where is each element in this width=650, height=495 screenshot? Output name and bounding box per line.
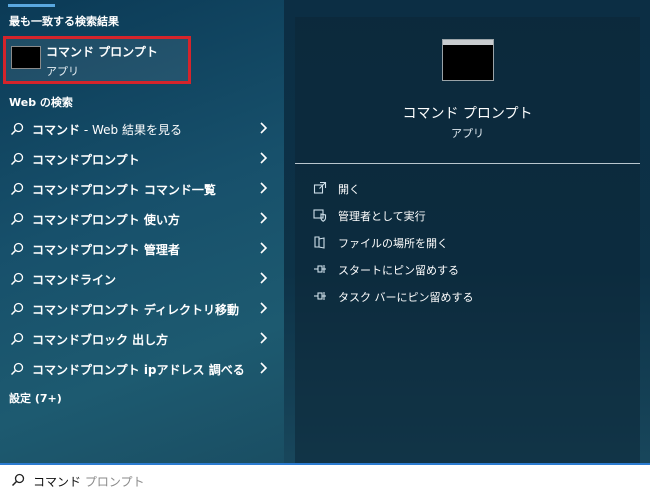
web-result-suffix: - Web 結果を見る — [80, 123, 182, 137]
web-search-heading: Web の検索 — [9, 96, 73, 109]
preview-action-label: スタートにピン留めする — [338, 264, 459, 277]
search-icon — [10, 362, 24, 376]
search-bar[interactable]: コマンド プロンプト — [0, 463, 650, 495]
preview-panel: コマンド プロンプト アプリ 開く管理者として実行ファイルの場所を開く スタートに… — [295, 17, 640, 463]
pin-icon — [314, 265, 326, 273]
folder-icon — [314, 236, 325, 249]
web-result-bold-text: コマンドプロンプト ipアドレス 調べる — [32, 363, 245, 377]
preview-action-label: 開く — [338, 183, 360, 196]
web-result-item[interactable]: コマンドプロンプト — [0, 144, 284, 174]
search-typed-text: コマンド — [33, 475, 82, 489]
web-result-label: コマンドプロンプト ipアドレス 調べる — [32, 361, 245, 378]
active-tab-indicator — [8, 4, 55, 7]
chevron-right-icon[interactable] — [258, 361, 268, 375]
chevron-right-icon[interactable] — [258, 301, 268, 315]
search-suggestion-text: プロンプト — [81, 475, 145, 489]
preview-action-item[interactable]: スタートにピン留めする — [313, 260, 613, 280]
preview-action-label: 管理者として実行 — [338, 210, 426, 223]
chevron-right-icon[interactable] — [258, 241, 268, 255]
web-result-label: コマンドプロンプト — [32, 151, 140, 168]
web-result-item[interactable]: コマンドプロンプト コマンド一覧 — [0, 174, 284, 204]
best-match-subtitle: アプリ — [46, 65, 79, 78]
search-icon — [10, 182, 24, 196]
web-result-label: コマンドプロンプト コマンド一覧 — [32, 181, 216, 198]
search-icon — [10, 122, 24, 136]
web-result-item[interactable]: コマンド - Web 結果を見る — [0, 114, 284, 144]
search-icon — [10, 212, 24, 226]
search-icon — [10, 272, 24, 286]
best-match-title: コマンド プロンプト — [46, 45, 158, 59]
preview-action-item[interactable]: 開く — [313, 179, 613, 199]
chevron-right-icon[interactable] — [258, 211, 268, 225]
settings-heading[interactable]: 設定 (7+) — [9, 390, 62, 406]
web-result-item[interactable]: コマンドライン — [0, 264, 284, 294]
web-result-bold-text: コマンドプロンプト ディレクトリ移動 — [32, 303, 239, 317]
command-prompt-icon — [11, 46, 41, 69]
web-result-bold-text: コマンド — [32, 123, 81, 137]
web-result-bold-text: コマンドプロンプト 管理者 — [32, 243, 180, 257]
preview-title: コマンド プロンプト — [402, 106, 533, 122]
web-result-label: コマンドプロンプト ディレクトリ移動 — [32, 301, 239, 318]
chevron-right-icon[interactable] — [258, 181, 268, 195]
chevron-right-icon[interactable] — [258, 271, 268, 285]
preview-action-item[interactable]: タスク バーにピン留めする — [313, 287, 613, 307]
search-icon — [11, 473, 25, 487]
web-result-label: コマンドライン — [32, 271, 116, 288]
web-result-item[interactable]: コマンドブロック 出し方 — [0, 324, 284, 354]
search-icon — [10, 332, 24, 346]
results-panel: 最も一致する検索結果 コマンド プロンプト アプリ Web の検索 コマンド -… — [0, 0, 284, 463]
open-icon — [313, 181, 327, 194]
web-result-item[interactable]: コマンドプロンプト ディレクトリ移動 — [0, 294, 284, 324]
chevron-right-icon[interactable] — [258, 331, 268, 345]
shield-icon — [313, 209, 327, 222]
best-match-heading: 最も一致する検索結果 — [9, 15, 119, 28]
search-input[interactable]: コマンド プロンプト — [33, 473, 144, 490]
search-icon — [10, 302, 24, 316]
best-match-result[interactable]: コマンド プロンプト アプリ — [3, 36, 191, 84]
search-icon — [10, 152, 24, 166]
web-result-label: コマンドプロンプト 使い方 — [32, 211, 180, 228]
web-result-item[interactable]: コマンドプロンプト 管理者 — [0, 234, 284, 264]
search-icon — [10, 242, 24, 256]
preview-action-item[interactable]: ファイルの場所を開く — [313, 233, 613, 253]
web-result-bold-text: コマンドプロンプト 使い方 — [32, 213, 180, 227]
preview-action-label: タスク バーにピン留めする — [338, 291, 474, 304]
web-result-bold-text: コマンドプロンプト コマンド一覧 — [32, 183, 216, 197]
web-result-label: コマンドプロンプト 管理者 — [32, 241, 180, 258]
web-result-bold-text: コマンドブロック 出し方 — [32, 333, 169, 347]
pin-icon — [314, 292, 326, 300]
web-result-item[interactable]: コマンドプロンプト ipアドレス 調べる — [0, 354, 284, 384]
preview-divider — [295, 163, 640, 164]
chevron-right-icon[interactable] — [258, 121, 268, 135]
web-result-label: コマンドブロック 出し方 — [32, 331, 168, 348]
preview-action-label: ファイルの場所を開く — [338, 237, 448, 250]
chevron-right-icon[interactable] — [258, 151, 268, 165]
preview-action-item[interactable]: 管理者として実行 — [313, 206, 613, 226]
command-prompt-large-icon — [442, 39, 494, 81]
web-result-item[interactable]: コマンドプロンプト 使い方 — [0, 204, 284, 234]
web-result-bold-text: コマンドライン — [32, 273, 117, 287]
preview-subtitle: アプリ — [451, 127, 484, 140]
web-result-bold-text: コマンドプロンプト — [32, 153, 140, 167]
web-result-label: コマンド - Web 結果を見る — [32, 121, 182, 138]
